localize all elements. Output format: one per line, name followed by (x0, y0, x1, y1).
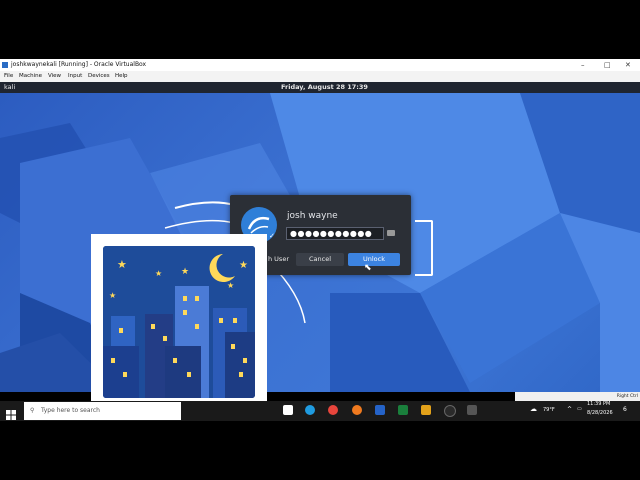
cancel-button[interactable]: Cancel (296, 253, 344, 266)
menu-help[interactable]: Help (115, 71, 128, 82)
virtualbox-icon (2, 62, 8, 68)
window-title: joshkwaynekali [Running] - Oracle Virtua… (11, 61, 147, 68)
maximize-button[interactable]: □ (604, 59, 611, 71)
tray-overflow-icon[interactable]: ^ (567, 406, 572, 413)
weather-temp[interactable]: 79°F (543, 407, 555, 413)
check-icon: ✓ (269, 232, 275, 240)
username-label: josh wayne (287, 211, 338, 221)
powershell-icon[interactable] (375, 405, 385, 415)
unlock-button[interactable]: Unlock (348, 253, 400, 266)
night-with-stars-icon: ★ ★ ★ ★ ★ ★ (103, 246, 255, 398)
menu-devices[interactable]: Devices (88, 71, 110, 82)
svg-text:★: ★ (155, 269, 162, 278)
edge-icon[interactable] (305, 405, 315, 415)
windows-start-icon[interactable] (6, 405, 16, 420)
svg-text:★: ★ (227, 281, 234, 290)
vbox-status-bar: Right Ctrl (515, 392, 640, 401)
mouse-cursor-icon: ⬉ (364, 263, 372, 273)
vscode-icon[interactable] (398, 405, 408, 415)
menu-file[interactable]: File (4, 71, 13, 82)
svg-text:★: ★ (109, 291, 116, 300)
svg-text:★: ★ (239, 260, 248, 271)
notifications-badge[interactable]: 6 (623, 406, 627, 413)
taskbar-search-box[interactable]: ⚲ Type here to search (24, 402, 181, 420)
panel-clock[interactable]: Friday, August 28 17:39 (281, 82, 368, 93)
menu-machine[interactable]: Machine (19, 71, 42, 82)
obs-icon[interactable] (444, 405, 456, 417)
keyboard-icon[interactable] (387, 230, 395, 236)
clock-date[interactable]: 8/28/2026 (587, 410, 613, 416)
switch-user-button[interactable]: h User (266, 253, 291, 266)
close-button[interactable]: ✕ (625, 59, 631, 71)
menu-view[interactable]: View (48, 71, 61, 82)
shield-icon[interactable] (467, 405, 477, 415)
mail-icon[interactable] (283, 405, 293, 415)
firefox-icon[interactable] (352, 405, 362, 415)
password-field[interactable]: ●●●●●●●●●●● (286, 227, 384, 240)
kali-top-panel: kali Friday, August 28 17:39 (0, 82, 640, 93)
host-key-label: Right Ctrl (616, 394, 638, 399)
minimize-button[interactable]: – (581, 59, 585, 71)
virtualbox-taskbar-icon[interactable] (421, 405, 431, 415)
weather-icon[interactable]: ☁ (530, 405, 537, 413)
vbox-title-bar: joshkwaynekali [Running] - Oracle Virtua… (0, 59, 640, 71)
search-icon: ⚲ (30, 407, 35, 414)
svg-text:★: ★ (117, 258, 127, 271)
chrome-icon[interactable] (328, 405, 338, 415)
search-placeholder: Type here to search (41, 407, 100, 414)
clock-time[interactable]: 11:39 PM (587, 401, 610, 407)
dialog-focus-outline (415, 220, 433, 276)
panel-host-label: kali (4, 83, 16, 91)
menu-input[interactable]: Input (68, 71, 82, 82)
svg-text:★: ★ (181, 267, 189, 277)
network-icon[interactable]: ▭ (577, 406, 582, 412)
